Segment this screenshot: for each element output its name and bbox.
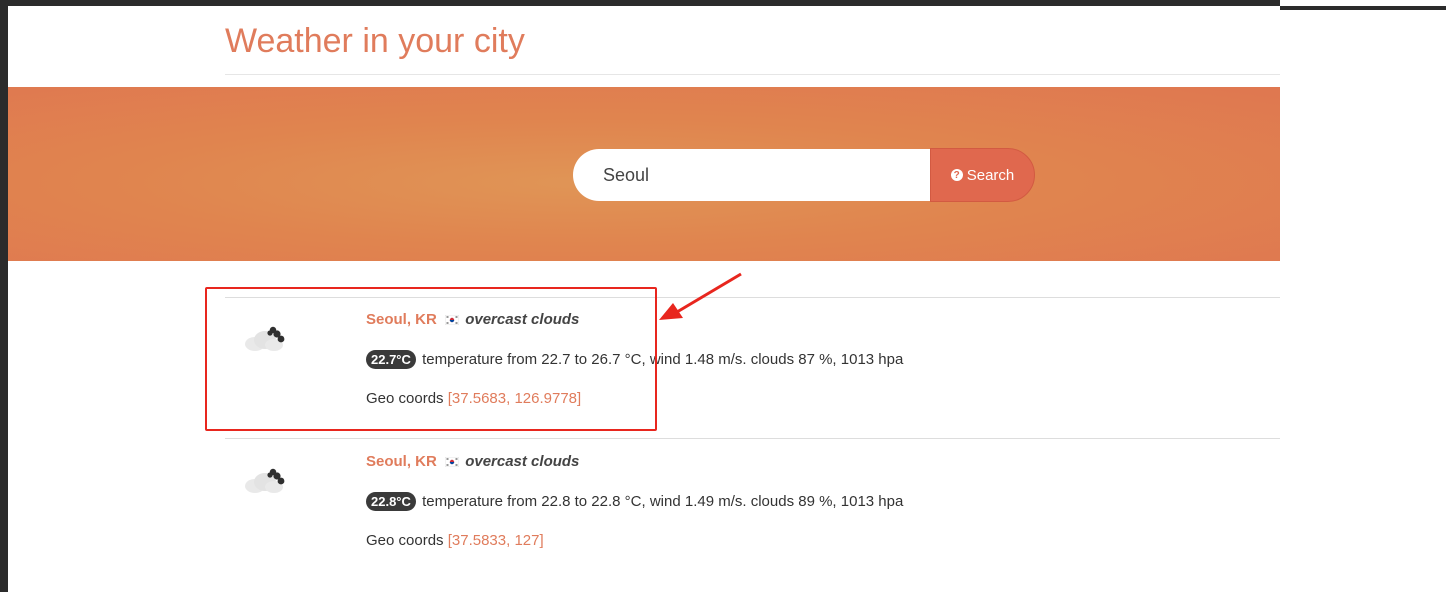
result-divider	[225, 438, 1280, 439]
result-title: Seoul, KR overcast clouds	[366, 453, 579, 470]
details-text: temperature from 22.8 to 22.8 °C, wind 1…	[422, 493, 904, 510]
weather-description: overcast clouds	[465, 453, 580, 470]
geo-coords-link[interactable]: [37.5833, 127]	[448, 532, 544, 549]
annotation-arrow-icon	[659, 272, 742, 320]
overcast-clouds-icon	[245, 468, 285, 493]
search-button-label: Search	[966, 166, 1015, 184]
title-divider	[225, 74, 1280, 75]
geo-coords: Geo coords [37.5833, 127]	[366, 532, 544, 549]
window-frame-top-right	[1280, 6, 1446, 10]
kr-flag-icon	[445, 457, 460, 467]
temperature-badge: 22.8°C	[366, 492, 416, 511]
page-title: Weather in your city	[225, 22, 525, 60]
question-circle-icon: ?	[950, 169, 963, 181]
weather-details: 22.8°C temperature from 22.8 to 22.8 °C,…	[366, 492, 903, 511]
search-button[interactable]: ? Search	[930, 148, 1035, 202]
city-link[interactable]: Seoul, KR	[366, 453, 437, 470]
weather-result: Seoul, KR overcast clouds 22.8°C tempera…	[225, 440, 1125, 580]
annotation-highlight-box	[205, 287, 657, 431]
window-frame-top	[0, 0, 1280, 6]
geo-coords-label: Geo coords	[366, 532, 444, 549]
city-search-input[interactable]	[573, 149, 933, 201]
window-frame-left	[0, 0, 8, 592]
